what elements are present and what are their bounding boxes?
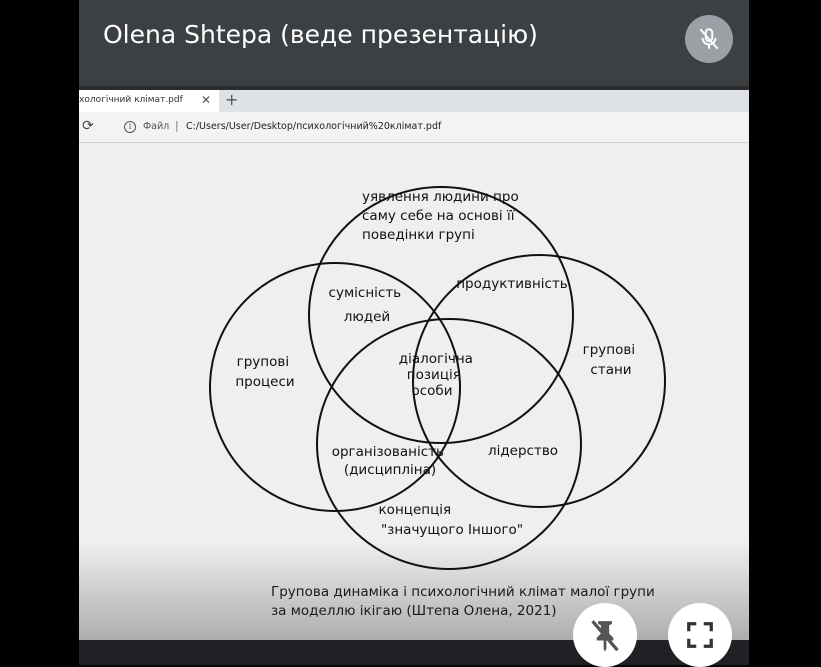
reload-icon[interactable]: ⟳ [82,118,94,134]
label-bottom-line-1: концепція [379,502,452,518]
label-compatibility-line-2: людей [344,309,390,325]
label-top-line-1: уявлення людини про [362,189,519,205]
label-left-line-2: процеси [235,374,294,390]
label-right-line-1: групові [583,342,635,358]
label-productivity: продуктивність [456,276,568,292]
label-compatibility-line-1: сумісність [329,285,402,301]
presenter-name: Olena Shtepa (веде презентацію) [103,20,538,49]
browser-tab-bar: хологічний клімат.pdf ✕ + [79,90,749,112]
tab-close-icon[interactable]: ✕ [201,93,211,107]
tab-title: хологічний клімат.pdf [79,95,183,105]
background-right [749,0,821,665]
label-leadership: лідерство [488,443,558,459]
label-top: уявлення людини про саму себе на основі … [362,189,523,243]
label-compatibility: сумісність людей [329,285,406,325]
label-organization-line-1: організованість [332,444,444,460]
shared-screen: хологічний клімат.pdf ✕ + ⟳ i Файл | C:/… [79,86,749,640]
tile-header: Olena Shtepa (веде презентацію) [79,0,749,86]
mic-off-icon [699,28,719,50]
label-organization: організованість (дисципліна) [332,444,449,478]
label-top-line-3: поведінки групі [362,227,475,243]
tile-bottom-bar [79,640,749,665]
label-right: групові стани [583,342,640,378]
browser-tab[interactable]: хологічний клімат.pdf ✕ [79,90,219,112]
label-top-line-2: саму себе на основі її [362,208,515,224]
label-right-line-2: стани [590,362,631,378]
caption-line-1: Групова динаміка і психологічний клімат … [271,584,655,600]
label-organization-line-2: (дисципліна) [344,462,436,478]
address-bar: ⟳ i Файл | C:/Users/User/Desktop/психоло… [79,112,749,143]
label-left: групові процеси [235,354,294,390]
label-bottom: концепція "значущого Іншого" [379,502,523,538]
fullscreen-button[interactable] [668,603,732,667]
fullscreen-icon [687,622,713,648]
presentation-tile: Olena Shtepa (веде презентацію) хологічн… [79,0,749,665]
mic-off-button[interactable] [685,15,733,63]
info-icon[interactable]: i [124,121,136,133]
address-separator: | [175,119,179,132]
unpin-button[interactable] [573,603,637,667]
pin-off-icon [591,620,619,652]
label-center-line-2: позиція [407,367,461,383]
label-left-line-1: групові [237,354,289,370]
label-center-line-1: діалогічна [399,351,473,367]
url-text[interactable]: C:/Users/User/Desktop/психологічний%20кл… [186,121,441,132]
label-center: діалогічна позиція особи [399,351,477,399]
label-bottom-line-2: "значущого Іншого" [381,522,523,538]
label-center-line-3: особи [411,383,452,399]
new-tab-icon[interactable]: + [225,90,238,109]
file-label: Файл [143,121,170,132]
